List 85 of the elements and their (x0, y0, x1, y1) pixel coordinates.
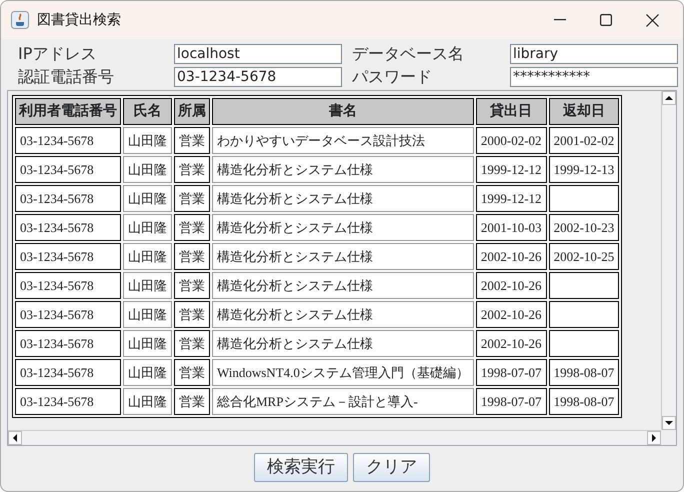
table-cell: 1999-12-12 (476, 185, 547, 212)
field-label: 認証電話番号 (18, 67, 115, 87)
table-cell: 1999-12-13 (548, 156, 620, 183)
scroll-left-button[interactable] (8, 431, 22, 445)
table-cell: 営業 (174, 243, 210, 270)
input-field[interactable]: library (510, 44, 678, 64)
table-cell: 山田隆 (123, 359, 172, 386)
table-cell: 山田隆 (123, 127, 172, 154)
search-button[interactable]: 検索実行 (254, 453, 348, 482)
table-cell: 山田隆 (123, 156, 172, 183)
table-cell: 山田隆 (123, 301, 172, 328)
table-cell: 03-1234-5678 (15, 359, 121, 386)
table-cell: 営業 (174, 301, 210, 328)
table-cell: 構造化分析とシステム仕様 (212, 156, 474, 183)
table-cell: 03-1234-5678 (15, 272, 121, 299)
field-label: パスワード (352, 67, 433, 87)
table-cell: 構造化分析とシステム仕様 (212, 243, 474, 270)
table-cell: 山田隆 (123, 185, 172, 212)
table-cell: 1999-12-12 (476, 156, 547, 183)
input-field[interactable]: 03-1234-5678 (174, 67, 342, 87)
left-arrow-icon (13, 434, 17, 442)
table-cell: 1998-08-07 (548, 388, 620, 415)
table-cell: 営業 (174, 214, 210, 241)
table-cell: 営業 (174, 359, 210, 386)
table-cell: 03-1234-5678 (15, 388, 121, 415)
minimize-icon (554, 19, 566, 21)
right-arrow-icon (652, 434, 656, 442)
table-cell: 2000-02-02 (476, 127, 547, 154)
table-cell: 営業 (174, 185, 210, 212)
table-cell: 営業 (174, 330, 210, 357)
table-cell: 2002-10-26 (476, 272, 547, 299)
app-icon (11, 11, 29, 29)
table-cell: 1998-08-07 (548, 359, 620, 386)
window-title: 図書貸出検索 (37, 10, 121, 30)
column-header: 利用者電話番号 (15, 98, 121, 125)
table-cell: わかりやすいデータベース設計技法 (212, 127, 474, 154)
table-cell: WindowsNT4.0システム管理入門（基礎編） (212, 359, 474, 386)
column-header: 氏名 (123, 98, 172, 125)
table-cell: 1998-07-07 (476, 388, 547, 415)
table-cell: 03-1234-5678 (15, 330, 121, 357)
table-cell: 総合化MRPシステム－設計と導入- (212, 388, 474, 415)
column-header: 返却日 (548, 98, 620, 125)
table-cell: 03-1234-5678 (15, 214, 121, 241)
table-cell: 2001-10-03 (476, 214, 547, 241)
table-cell: 山田隆 (123, 388, 172, 415)
up-arrow-icon (665, 96, 673, 100)
scroll-right-button[interactable] (647, 431, 661, 445)
scroll-down-button[interactable] (662, 416, 676, 430)
table-cell: 営業 (174, 127, 210, 154)
table-cell: 2002-10-25 (548, 243, 620, 270)
column-header: 書名 (212, 98, 474, 125)
table-cell: 構造化分析とシステム仕様 (212, 272, 474, 299)
table-cell: 山田隆 (123, 214, 172, 241)
maximize-icon (600, 14, 612, 26)
table-cell: 03-1234-5678 (15, 185, 121, 212)
table-cell: 03-1234-5678 (15, 156, 121, 183)
clear-button[interactable]: クリア (353, 453, 430, 482)
table-cell: 2002-10-23 (548, 214, 620, 241)
table-cell: 03-1234-5678 (15, 301, 121, 328)
field-label: IPアドレス (18, 44, 98, 64)
table-cell: 営業 (174, 156, 210, 183)
table-cell: 2002-10-26 (476, 243, 547, 270)
table-cell: 2001-02-02 (548, 127, 620, 154)
table-cell: 営業 (174, 388, 210, 415)
table-cell: 1998-07-07 (476, 359, 547, 386)
column-header: 所属 (174, 98, 210, 125)
field-label: データベース名 (352, 44, 465, 64)
table-cell: 2002-10-26 (476, 301, 547, 328)
column-header: 貸出日 (476, 98, 547, 125)
table-cell: 2002-10-26 (476, 330, 547, 357)
input-field[interactable]: *********** (510, 67, 678, 87)
table-cell: 山田隆 (123, 330, 172, 357)
close-icon (646, 14, 658, 26)
table-cell: 03-1234-5678 (15, 243, 121, 270)
table-cell: 03-1234-5678 (15, 127, 121, 154)
table-cell: 構造化分析とシステム仕様 (212, 330, 474, 357)
table-cell: 山田隆 (123, 243, 172, 270)
table-cell: 構造化分析とシステム仕様 (212, 185, 474, 212)
input-field[interactable]: localhost (174, 44, 342, 64)
table-cell: 営業 (174, 272, 210, 299)
table-cell: 山田隆 (123, 272, 172, 299)
scroll-up-button[interactable] (662, 91, 676, 105)
table-cell: 構造化分析とシステム仕様 (212, 214, 474, 241)
down-arrow-icon (665, 421, 673, 425)
table-cell: 構造化分析とシステム仕様 (212, 301, 474, 328)
